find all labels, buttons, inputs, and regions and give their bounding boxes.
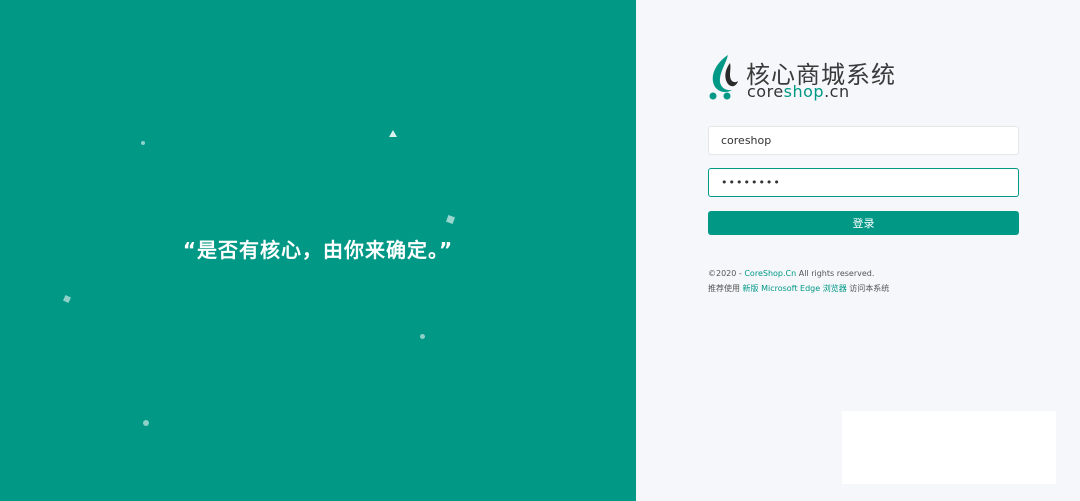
login-button[interactable]: 登录 (708, 211, 1019, 235)
left-hero-panel: “是否有核心，由你来确定。” (0, 0, 636, 501)
browser-recommendation: 推荐使用 新版 Microsoft Edge 浏览器 访问本系统 (708, 283, 889, 294)
edge-browser-link[interactable]: 新版 Microsoft Edge 浏览器 (743, 284, 847, 293)
recommend-suffix: 访问本系统 (846, 284, 890, 293)
brand-domain: coreshop.cn (747, 82, 850, 101)
decor-dot (420, 334, 425, 339)
coreshop-link[interactable]: CoreShop.Cn (744, 269, 796, 278)
login-panel: 核心商城系统 coreshop.cn 登录 ©2020 - CoreShop.C… (636, 0, 1080, 501)
copyright-prefix: ©2020 - (708, 269, 745, 278)
decor-triangle (389, 130, 397, 137)
copyright-text: ©2020 - CoreShop.Cn All rights reserved. (708, 269, 874, 278)
blank-overlay-box (842, 411, 1056, 484)
username-input[interactable] (708, 126, 1019, 155)
decor-square (63, 295, 71, 303)
brand-domain-prefix: core (747, 82, 784, 101)
copyright-suffix: All rights reserved. (796, 269, 875, 278)
brand-domain-accent: shop (783, 82, 825, 101)
decor-dot (143, 420, 149, 426)
hero-slogan: “是否有核心，由你来确定。” (182, 238, 454, 262)
decor-dot (141, 141, 145, 145)
coreshop-logo-icon (709, 55, 738, 100)
brand-domain-suffix: .cn (824, 82, 850, 101)
decor-square (446, 215, 455, 224)
password-input[interactable] (708, 168, 1019, 197)
brand-logo: 核心商城系统 coreshop.cn (708, 53, 898, 103)
recommend-prefix: 推荐使用 (708, 284, 743, 293)
